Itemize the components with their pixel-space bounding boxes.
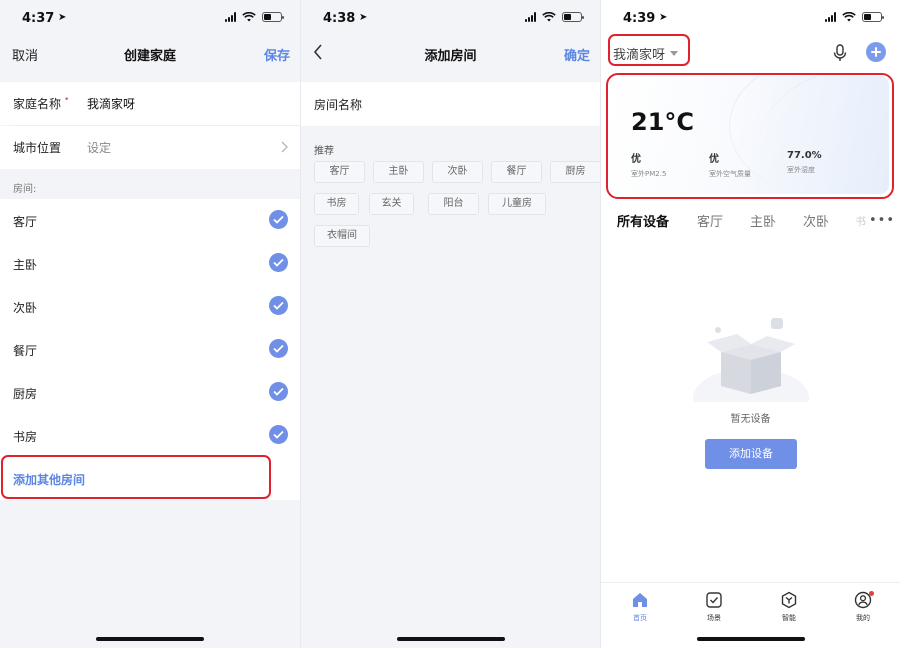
tabbar-smart[interactable]: 智能 [769, 591, 809, 623]
nav-bar: 添加房间 确定 [301, 36, 600, 72]
required-mark: • [64, 95, 70, 105]
family-name-input[interactable]: 我滴家呀 [87, 95, 135, 112]
family-name-row[interactable]: 家庭名称 • 我滴家呀 [0, 82, 300, 125]
highlight-box [606, 73, 894, 199]
page-title: 添加房间 [424, 49, 477, 64]
location-arrow-icon: ➤ [58, 12, 67, 23]
status-time: 4:38 [323, 11, 356, 26]
tabbar-home[interactable]: 首页 [620, 591, 660, 623]
create-family-screen: 4:37 ➤ 取消 创建家庭 保存 家庭名称 • 我滴家呀 城市位置 设定 房间… [0, 0, 300, 648]
battery-icon [262, 12, 284, 22]
room-chip[interactable]: 书房 [314, 193, 359, 215]
chevron-right-icon [281, 141, 288, 153]
plus-icon[interactable] [866, 42, 886, 62]
check-icon[interactable] [269, 339, 288, 358]
status-time: 4:39 [623, 11, 656, 26]
city-label: 城市位置 [13, 141, 62, 155]
notification-dot [869, 591, 874, 596]
city-value: 设定 [87, 141, 112, 155]
check-icon[interactable] [269, 382, 288, 401]
recommend-label: 推荐 [314, 146, 334, 157]
tabbar-label: 首页 [633, 614, 647, 622]
status-bar: 4:39 ➤ [601, 0, 900, 36]
rooms-section-label: 房间: [13, 184, 37, 195]
check-icon[interactable] [269, 296, 288, 315]
battery-icon [862, 12, 884, 22]
home-indicator [696, 637, 805, 641]
signal-icon [225, 12, 236, 22]
highlight-box [608, 34, 690, 66]
room-label: 书房 [13, 430, 38, 444]
check-icon[interactable] [269, 425, 288, 444]
tab-living-room[interactable]: 客厅 [697, 211, 723, 230]
room-item[interactable]: 餐厅 [0, 328, 300, 371]
smart-icon [781, 591, 797, 609]
tabbar-label: 我的 [856, 614, 870, 622]
room-chip[interactable]: 客厅 [314, 161, 365, 183]
scene-icon [706, 592, 722, 608]
room-label: 餐厅 [13, 344, 38, 358]
room-chip[interactable]: 餐厅 [491, 161, 542, 183]
status-bar: 4:38 ➤ [301, 0, 600, 36]
highlight-box [1, 455, 271, 499]
room-tabs: 所有设备 客厅 主卧 次卧 书 ••• [601, 211, 900, 231]
wifi-icon [842, 12, 856, 22]
room-chip[interactable]: 玄关 [369, 193, 414, 215]
room-chip[interactable]: 次卧 [432, 161, 483, 183]
home-indicator [96, 637, 204, 641]
more-icon[interactable]: ••• [869, 213, 895, 228]
room-item[interactable]: 书房 [0, 414, 300, 457]
confirm-button[interactable]: 确定 [564, 45, 590, 64]
check-icon[interactable] [269, 210, 288, 229]
signal-icon [525, 12, 536, 22]
tab-overflow[interactable]: 书 [855, 213, 866, 229]
page-title: 创建家庭 [123, 49, 176, 64]
check-icon[interactable] [269, 253, 288, 272]
status-bar: 4:37 ➤ [0, 0, 300, 36]
empty-state-text: 暂无设备 [730, 414, 771, 425]
room-label: 厨房 [13, 387, 38, 401]
room-chip[interactable]: 厨房 [550, 161, 600, 183]
signal-icon [825, 12, 836, 22]
wifi-icon [242, 12, 256, 22]
room-chip[interactable]: 儿童房 [488, 193, 546, 215]
add-room-screen: 4:38 ➤ 添加房间 确定 房间名称 推荐 客厅 主卧 次卧 餐厅 厨房 书房… [300, 0, 600, 648]
room-item[interactable]: 主卧 [0, 242, 300, 285]
room-item[interactable]: 厨房 [0, 371, 300, 414]
location-arrow-icon: ➤ [359, 12, 368, 23]
tabbar-scene[interactable]: 场景 [694, 591, 734, 623]
room-chip[interactable]: 主卧 [373, 161, 424, 183]
save-button[interactable]: 保存 [264, 45, 290, 64]
battery-icon [562, 12, 584, 22]
home-screen: 4:39 ➤ 我滴家呀 21°C 优 室外PM2.5 优 室外空气质量 77.0… [600, 0, 900, 648]
add-device-button[interactable]: 添加设备 [705, 439, 797, 469]
room-item[interactable]: 次卧 [0, 285, 300, 328]
wifi-icon [542, 12, 556, 22]
home-icon [633, 593, 647, 607]
empty-box-icon [693, 318, 809, 402]
nav-bar: 取消 创建家庭 保存 [0, 36, 300, 72]
tab-master-bedroom[interactable]: 主卧 [750, 211, 776, 230]
room-item[interactable]: 客厅 [0, 199, 300, 242]
room-name-input[interactable]: 房间名称 [314, 96, 362, 113]
tabbar-label: 场景 [707, 614, 721, 622]
tab-second-bedroom[interactable]: 次卧 [803, 211, 829, 230]
room-chip[interactable]: 阳台 [428, 193, 479, 215]
room-label: 主卧 [13, 258, 38, 272]
room-name-row[interactable]: 房间名称 [301, 82, 600, 126]
tab-all-devices[interactable]: 所有设备 [617, 211, 669, 230]
room-chip[interactable]: 衣帽间 [314, 225, 370, 247]
mic-icon[interactable] [832, 44, 848, 62]
city-row[interactable]: 城市位置 设定 [0, 126, 300, 169]
home-indicator [396, 637, 505, 641]
location-arrow-icon: ➤ [659, 12, 668, 23]
status-time: 4:37 [22, 11, 55, 26]
room-label: 次卧 [13, 301, 38, 315]
family-name-label: 家庭名称 [13, 97, 62, 111]
tabbar-profile[interactable]: 我的 [843, 591, 883, 623]
tabbar-label: 智能 [782, 614, 796, 622]
room-label: 客厅 [13, 215, 38, 229]
